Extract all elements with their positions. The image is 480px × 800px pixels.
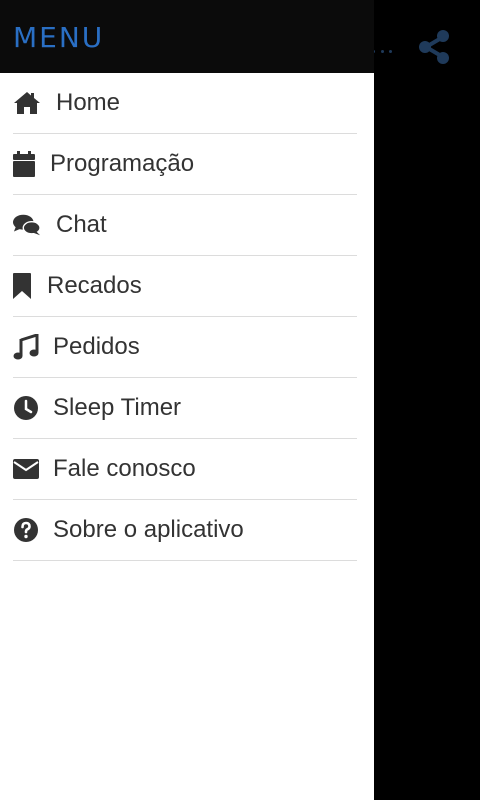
drawer-title: MENU: [13, 20, 105, 54]
envelope-icon: [13, 455, 41, 483]
app-screen: MENU Home Programação Chat Recados Pedid…: [0, 0, 480, 800]
question-circle-icon: [13, 516, 41, 544]
menu-item-home[interactable]: Home: [13, 73, 357, 134]
menu-item-pedidos[interactable]: Pedidos: [13, 317, 357, 378]
menu-item-fale-conosco[interactable]: Fale conosco: [13, 439, 357, 500]
menu-item-recados[interactable]: Recados: [13, 256, 357, 317]
calendar-icon: [13, 150, 37, 178]
menu-item-programacao[interactable]: Programação: [13, 134, 357, 195]
bookmark-icon: [13, 272, 33, 300]
menu-item-label: Home: [56, 89, 121, 116]
menu-item-label: Fale conosco: [53, 455, 196, 482]
menu-item-sleep-timer[interactable]: Sleep Timer: [13, 378, 357, 439]
navigation-drawer: MENU Home Programação Chat Recados Pedid…: [0, 0, 374, 800]
menu-item-label: Programação: [50, 150, 195, 177]
menu-list: Home Programação Chat Recados Pedidos Sl…: [0, 73, 374, 561]
menu-item-label: Pedidos: [53, 333, 140, 360]
drawer-header: MENU: [0, 0, 374, 73]
share-icon[interactable]: [416, 28, 454, 66]
menu-item-label: Chat: [56, 211, 107, 238]
more-dots-icon[interactable]: [372, 44, 392, 58]
menu-item-label: Recados: [47, 272, 142, 299]
menu-item-label: Sleep Timer: [53, 394, 182, 421]
menu-item-chat[interactable]: Chat: [13, 195, 357, 256]
comments-icon: [13, 211, 41, 239]
clock-icon: [13, 394, 41, 422]
home-icon: [13, 89, 41, 117]
menu-item-label: Sobre o aplicativo: [53, 516, 244, 543]
menu-item-sobre[interactable]: Sobre o aplicativo: [13, 500, 357, 561]
music-note-icon: [13, 333, 41, 361]
